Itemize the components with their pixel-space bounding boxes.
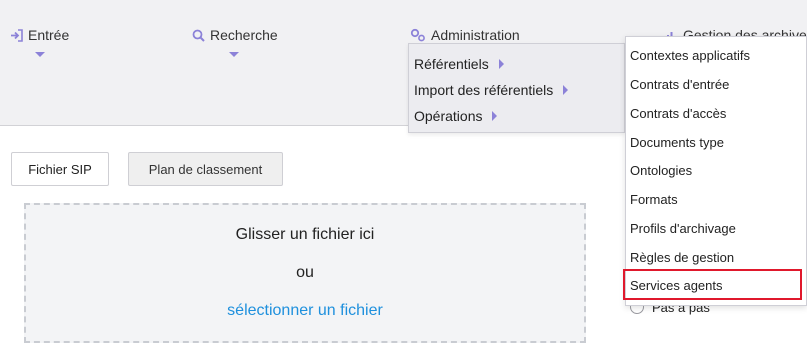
- nav-entree-label: Entrée: [28, 27, 70, 43]
- submenu-item-regles-gestion[interactable]: Règles de gestion: [630, 250, 734, 265]
- dropzone-instruction: Glisser un fichier ici: [235, 226, 375, 243]
- submenu-arrow-icon: [492, 111, 498, 121]
- nav-administration[interactable]: Administration: [410, 27, 520, 43]
- nav-entree[interactable]: Entrée: [10, 27, 69, 43]
- menu-item-referentiels-label: Référentiels: [414, 56, 489, 72]
- nav-administration-label: Administration: [431, 27, 520, 43]
- tab-fichier-sip[interactable]: Fichier SIP: [11, 152, 109, 186]
- file-dropzone[interactable]: Glisser un fichier ici ou sélectionner u…: [24, 203, 586, 343]
- dropzone-or: ou: [296, 264, 314, 281]
- nav-entree-dropdown-caret: [35, 52, 45, 57]
- nav-recherche[interactable]: Recherche: [192, 27, 278, 43]
- submenu-item-formats[interactable]: Formats: [630, 192, 678, 207]
- tab-plan-de-classement[interactable]: Plan de classement: [128, 152, 283, 186]
- menu-item-operations[interactable]: Opérations: [414, 108, 498, 124]
- submenu-item-documents-type[interactable]: Documents type: [630, 135, 724, 150]
- administration-dropdown-menu: Référentiels Import des référentiels Opé…: [408, 43, 625, 133]
- menu-item-referentiels[interactable]: Référentiels: [414, 56, 504, 72]
- menu-item-import-referentiels-label: Import des référentiels: [414, 82, 554, 98]
- submenu-item-contextes-applicatifs[interactable]: Contextes applicatifs: [630, 48, 750, 63]
- submenu-item-profils-archivage[interactable]: Profils d'archivage: [630, 221, 736, 236]
- sign-in-icon: [11, 28, 23, 42]
- referentiels-submenu: Contextes applicatifs Contrats d'entrée …: [625, 36, 807, 306]
- services-agents-highlight: [623, 269, 802, 300]
- submenu-arrow-icon: [563, 85, 569, 95]
- submenu-arrow-icon: [498, 59, 504, 69]
- menu-item-import-referentiels[interactable]: Import des référentiels: [414, 82, 569, 98]
- nav-recherche-dropdown-caret: [229, 52, 239, 57]
- submenu-item-contrats-acces[interactable]: Contrats d'accès: [630, 106, 726, 121]
- select-file-link[interactable]: sélectionner un fichier: [26, 302, 584, 320]
- menu-item-operations-label: Opérations: [414, 108, 483, 124]
- search-icon: [192, 29, 205, 42]
- gears-icon: [410, 28, 425, 42]
- submenu-item-ontologies[interactable]: Ontologies: [630, 163, 692, 178]
- submenu-item-contrats-entree[interactable]: Contrats d'entrée: [630, 77, 729, 92]
- nav-recherche-label: Recherche: [210, 27, 278, 43]
